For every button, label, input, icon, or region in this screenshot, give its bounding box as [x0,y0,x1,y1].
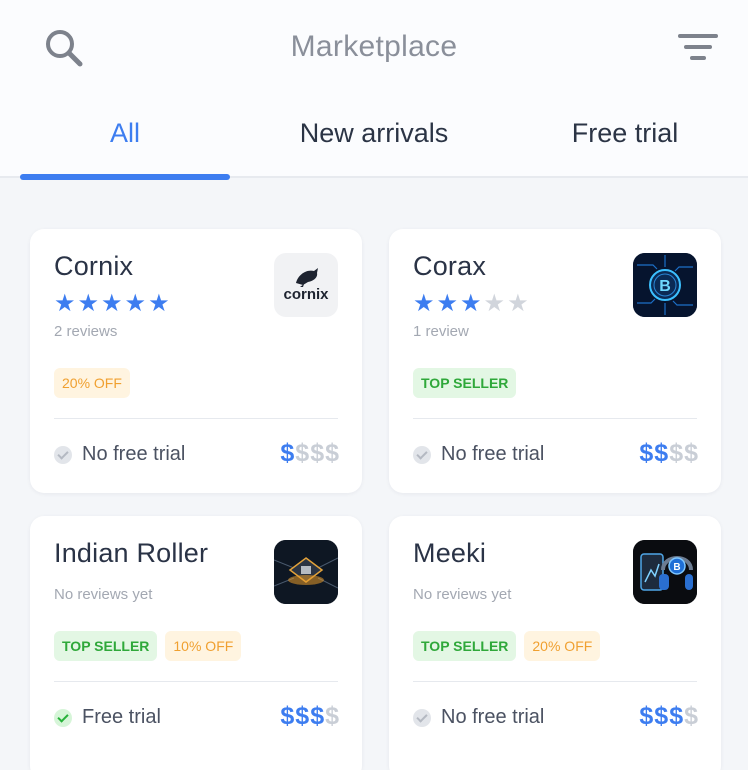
tab-free-trial[interactable]: Free trial [530,118,720,149]
star-empty-icon: ★ [507,290,531,317]
dollar-filled-icon: $ [280,702,296,730]
top-seller-badge: TOP SELLER [413,631,517,661]
tab-new-arrivals[interactable]: New arrivals [260,118,488,149]
check-icon [413,445,431,464]
star-filled-icon: ★ [54,290,78,317]
price-level: $$$$ [639,439,699,468]
product-name: Corax [413,251,487,281]
top-seller-badge: TOP SELLER [413,368,517,398]
star-empty-icon: ★ [483,290,508,317]
dollar-empty-icon: $ [669,439,685,467]
divider [413,681,697,682]
product-card[interactable]: Corax B ★★★★★ 1 review TOP SELLER No fre… [389,229,721,493]
svg-text:B: B [673,562,680,573]
trial-status: Free trial [54,706,161,729]
crypto-headphones-logo: B [633,540,697,604]
discount-badge: 20% OFF [54,368,130,398]
divider [413,418,697,419]
dollar-empty-icon: $ [310,439,326,467]
product-card[interactable]: Cornix cornix ★★★★★ 2 reviews 20% OFF No… [30,229,362,493]
check-icon [54,445,72,464]
reviews-count: 2 reviews [54,323,118,340]
product-name: Cornix [54,251,134,281]
dollar-filled-icon: $ [280,439,296,467]
badges: TOP SELLER 10% OFF [54,631,242,661]
dollar-empty-icon: $ [684,702,699,730]
price-level: $$$$ [280,702,340,731]
discount-badge: 10% OFF [165,631,242,661]
divider [54,681,338,682]
trial-status: No free trial [413,443,544,466]
product-name: Indian Roller [54,538,209,568]
star-filled-icon: ★ [77,290,102,317]
trial-label: No free trial [441,443,545,465]
top-bar: Marketplace All New arrivals Free trial [0,0,748,180]
product-card[interactable]: Meeki B No reviews yet TOP SELLER 20% OF… [389,516,721,770]
reviews-count: No reviews yet [413,586,512,603]
rating-stars: ★★★★★ [54,291,172,317]
divider [54,418,338,419]
logo-text: cornix [283,286,329,303]
trial-status: No free trial [413,706,544,729]
star-filled-icon: ★ [460,290,484,317]
trial-label: No free trial [441,706,545,728]
reviews-count: No reviews yet [54,586,153,603]
rating-stars: ★★★★★ [413,291,531,317]
star-filled-icon: ★ [148,290,172,317]
top-seller-badge: TOP SELLER [54,631,158,661]
star-filled-icon: ★ [413,290,437,317]
dollar-filled-icon: $ [654,439,670,467]
star-filled-icon: ★ [124,290,149,317]
price-level: $$$$ [280,439,340,468]
dollar-filled-icon: $ [639,439,655,467]
dollar-empty-icon: $ [295,439,311,467]
star-filled-icon: ★ [436,290,461,317]
svg-text:B: B [659,278,671,295]
product-name: Meeki [413,538,487,568]
chip-logo [274,540,338,604]
dollar-filled-icon: $ [310,702,326,730]
reviews-count: 1 review [413,323,469,340]
trial-label: No free trial [82,443,186,465]
bitcoin-circuit-logo: B [633,253,697,317]
price-level: $$$$ [639,702,699,731]
badges: 20% OFF [54,368,130,398]
trial-status: No free trial [54,443,185,466]
page-title: Marketplace [290,30,458,63]
check-icon [54,708,72,727]
dollar-filled-icon: $ [295,702,311,730]
dollar-empty-icon: $ [325,439,340,467]
product-card[interactable]: Indian Roller No reviews yet TOP SELLER … [30,516,362,770]
dollar-filled-icon: $ [669,702,685,730]
dollar-empty-icon: $ [684,439,699,467]
badges: TOP SELLER 20% OFF [413,631,601,661]
dollar-filled-icon: $ [654,702,670,730]
trial-label: Free trial [82,706,161,728]
filter-icon[interactable] [676,30,720,66]
tab-all[interactable]: All [20,118,230,149]
star-filled-icon: ★ [101,290,125,317]
discount-badge: 20% OFF [524,631,601,661]
check-icon [413,708,431,727]
dollar-filled-icon: $ [639,702,655,730]
dollar-empty-icon: $ [325,702,340,730]
cornix-logo: cornix [274,253,338,317]
active-tab-indicator [20,174,230,180]
badges: TOP SELLER [413,368,517,398]
